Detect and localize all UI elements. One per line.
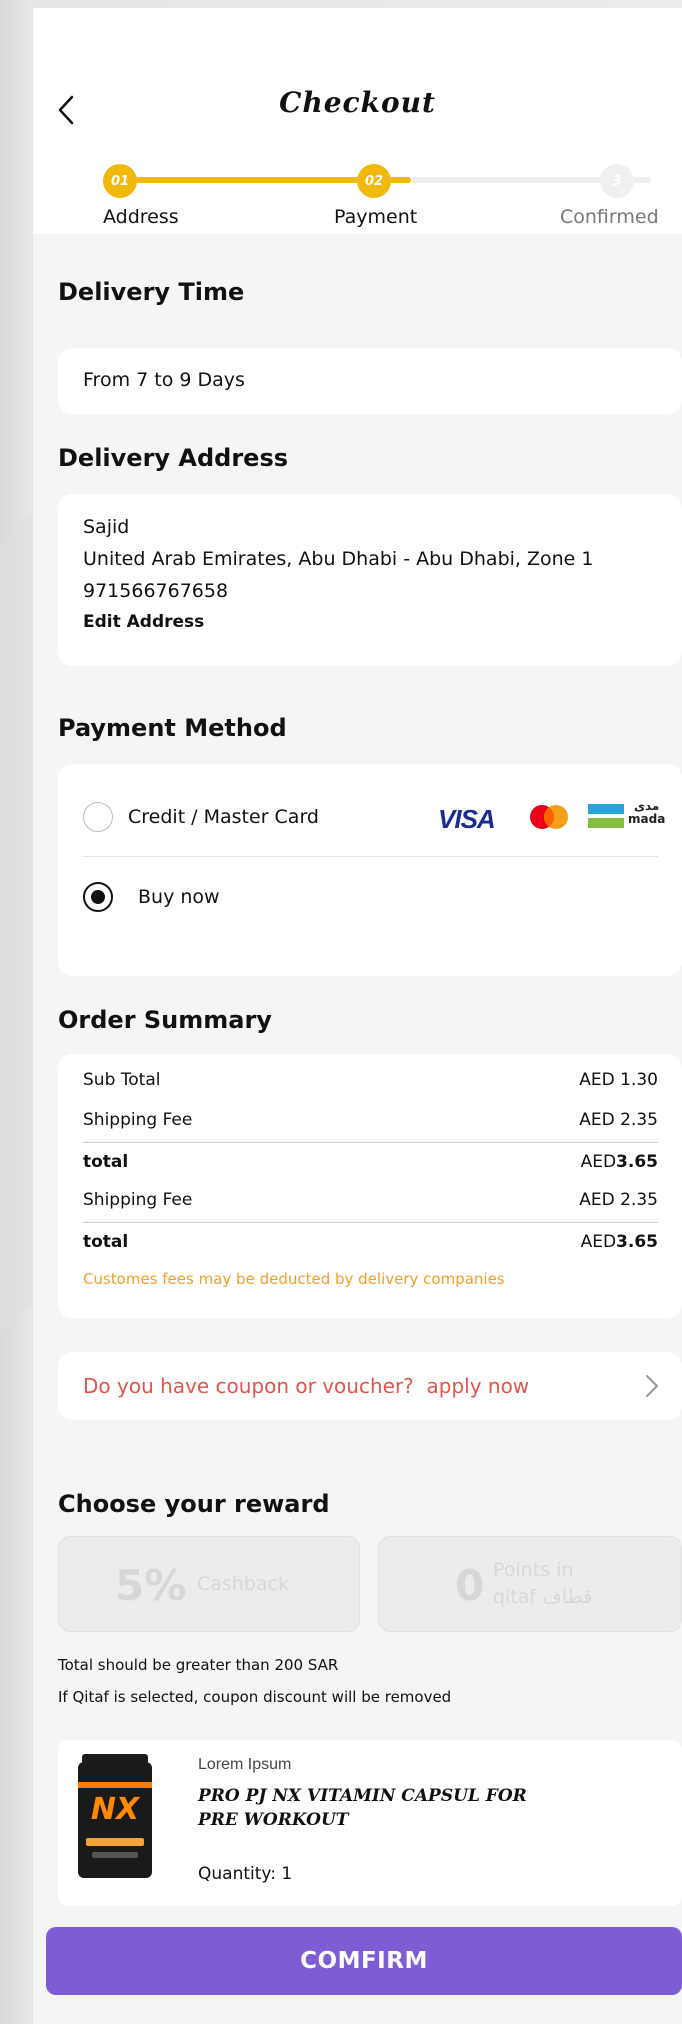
order-summary-title: Order Summary <box>58 1006 272 1034</box>
address-phone: 971566767658 <box>83 580 229 602</box>
order-summary-card: Sub Total AED 1.30 Shipping Fee AED 2.35… <box>58 1054 682 1318</box>
step-2-label: Payment <box>334 206 418 228</box>
delivery-time-card: From 7 to 9 Days <box>58 348 682 414</box>
step-3-dot: 3 <box>600 164 634 198</box>
confirm-button[interactable]: COMFIRM <box>46 1927 682 1995</box>
summary-divider <box>83 1142 658 1143</box>
qitaf-points-option[interactable]: 0 Points in qitaf قطاف <box>378 1536 682 1632</box>
delivery-time-title: Delivery Time <box>58 278 245 306</box>
visa-logo: VISA <box>438 804 496 834</box>
product-card: NX Lorem Ipsum PRO PJ NX VITAMIN CAPSUL … <box>58 1740 682 1906</box>
buy-now-radio[interactable] <box>83 882 113 912</box>
cashback-option[interactable]: 5% Cashback <box>58 1536 360 1632</box>
summary-row-total: total AED3.65 <box>83 1152 658 1172</box>
payment-method-title: Payment Method <box>58 714 287 742</box>
points-label: Points in qitaf قطاف <box>493 1559 593 1608</box>
reward-title: Choose your reward <box>58 1490 330 1518</box>
mastercard-logo <box>530 805 568 829</box>
buy-now-label[interactable]: Buy now <box>138 886 220 908</box>
delivery-address-card: Sajid United Arab Emirates, Abu Dhabi - … <box>58 494 682 666</box>
product-name-line2: PRE WORKOUT <box>198 1810 349 1830</box>
product-image: NX <box>78 1754 152 1882</box>
cashback-value: 5% <box>115 1561 187 1610</box>
edit-address-link[interactable]: Edit Address <box>83 612 204 632</box>
phone-screen: Checkout 01 02 3 Address Payment Confirm… <box>33 8 682 2024</box>
delivery-time-value: From 7 to 9 Days <box>83 369 245 391</box>
step-1-dot: 01 <box>103 164 137 198</box>
summary-row-shipping: Shipping Fee AED 2.35 <box>83 1110 658 1130</box>
payment-divider <box>83 856 658 857</box>
customs-fee-note: Customes fees may be deducted by deliver… <box>83 1270 505 1288</box>
credit-card-radio[interactable] <box>83 802 113 832</box>
product-name-line1: PRO PJ NX VITAMIN CAPSUL FOR <box>198 1786 527 1806</box>
reward-note-qitaf: If Qitaf is selected, coupon discount wi… <box>58 1688 452 1706</box>
product-quantity: Quantity: 1 <box>198 1864 293 1884</box>
product-brand: Lorem Ipsum <box>198 1756 292 1773</box>
cashback-label: Cashback <box>197 1573 290 1595</box>
coupon-text: Do you have coupon or voucher? apply now <box>83 1374 530 1398</box>
delivery-address-title: Delivery Address <box>58 444 289 472</box>
coupon-row[interactable]: Do you have coupon or voucher? apply now <box>58 1352 682 1420</box>
summary-row-shipping-2: Shipping Fee AED 2.35 <box>83 1190 658 1210</box>
chevron-right-icon <box>646 1375 658 1397</box>
reward-note-minimum: Total should be greater than 200 SAR <box>58 1656 339 1674</box>
mada-logo-bars <box>588 804 624 828</box>
step-1-label: Address <box>103 206 179 228</box>
summary-row-subtotal: Sub Total AED 1.30 <box>83 1070 658 1090</box>
mada-logo-text: مدى mada <box>628 799 666 826</box>
step-3-label: Confirmed <box>560 206 659 228</box>
summary-divider-2 <box>83 1222 658 1223</box>
page-title: Checkout <box>279 86 436 119</box>
payment-method-card: Credit / Master Card VISA مدى mada Buy n… <box>58 764 682 976</box>
step-2-dot: 02 <box>357 164 391 198</box>
checkout-stepper: 01 02 3 Address Payment Confirmed <box>33 162 682 232</box>
summary-row-total-2: total AED3.65 <box>83 1232 658 1252</box>
header: Checkout 01 02 3 Address Payment Confirm… <box>33 8 682 234</box>
address-name: Sajid <box>83 516 130 538</box>
address-line: United Arab Emirates, Abu Dhabi - Abu Dh… <box>83 548 594 570</box>
apply-now-link[interactable]: apply now <box>427 1374 530 1398</box>
credit-card-label[interactable]: Credit / Master Card <box>128 806 319 828</box>
points-value: 0 <box>455 1561 485 1610</box>
